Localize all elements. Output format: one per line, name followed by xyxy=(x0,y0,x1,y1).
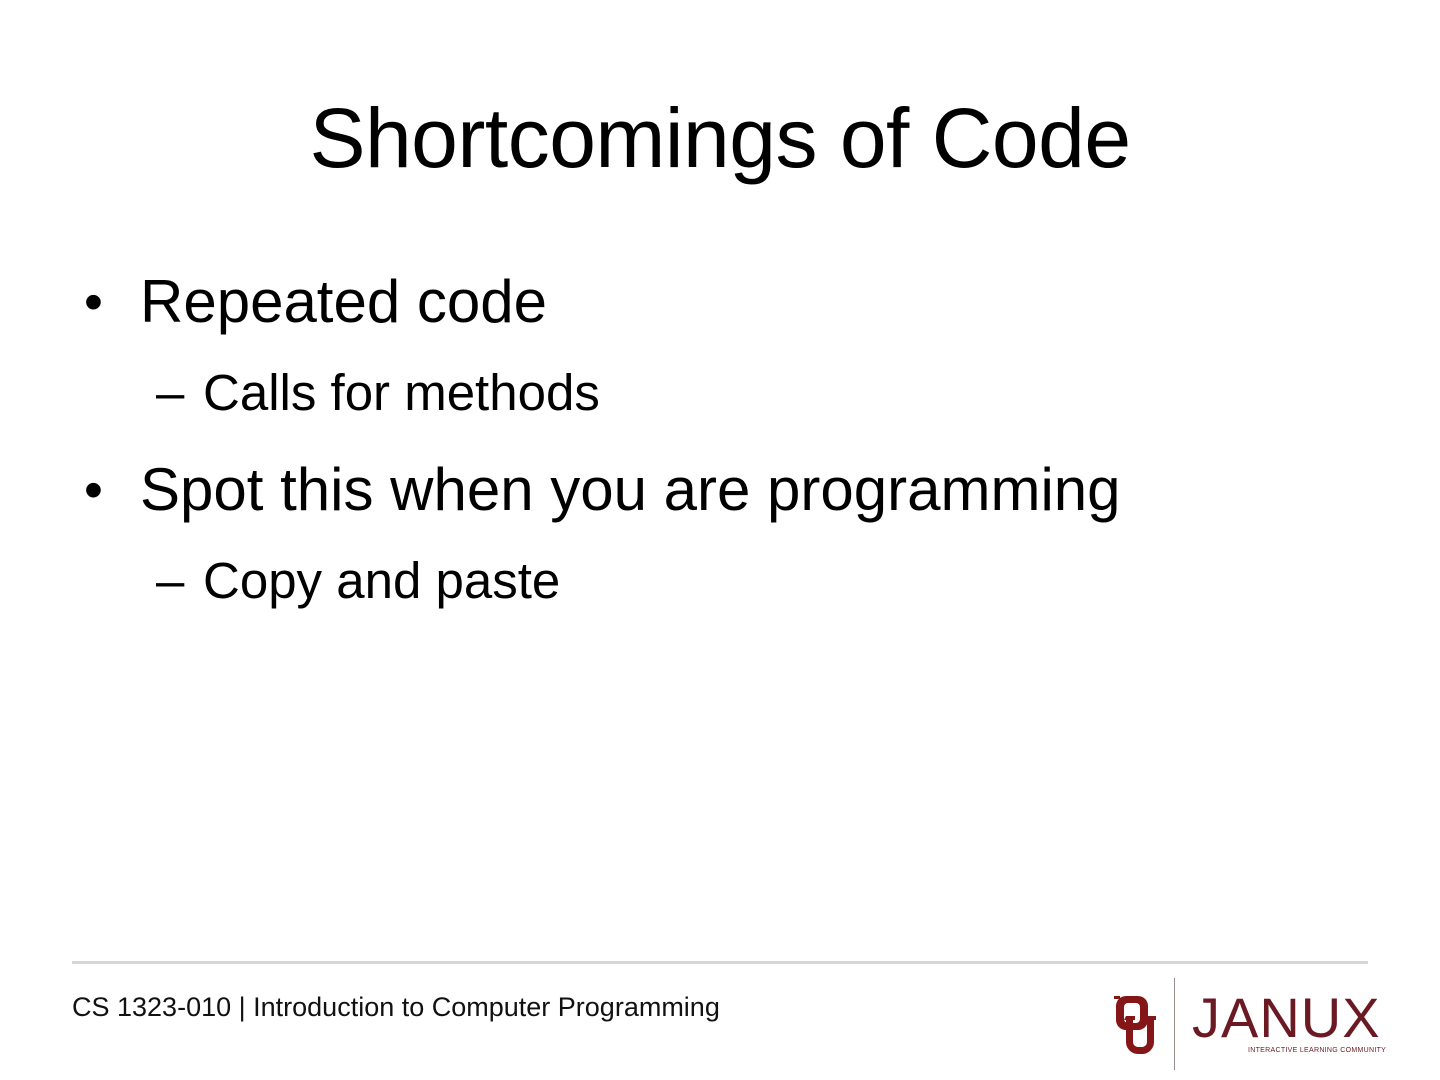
janux-tagline: INTERACTIVE LEARNING COMMUNITY xyxy=(1248,1047,1387,1054)
sub-bullet-text: Calls for methods xyxy=(203,364,600,421)
sub-bullet-item: – Calls for methods xyxy=(84,358,1384,428)
janux-logo: JANUX INTERACTIVE LEARNING COMMUNITY xyxy=(1112,976,1386,1072)
footer-divider xyxy=(72,961,1368,964)
bullet-marker: • xyxy=(84,460,103,520)
slide: Shortcomings of Code • Repeated code – C… xyxy=(0,0,1440,1080)
sub-bullet-marker: – xyxy=(156,552,185,609)
sub-bullet-text: Copy and paste xyxy=(203,552,561,609)
ou-interlocking-logo-icon xyxy=(1114,996,1156,1054)
bullet-item: • Repeated code xyxy=(84,262,1384,342)
sub-bullet-item: – Copy and paste xyxy=(84,546,1384,616)
bullet-item: • Spot this when you are programming xyxy=(84,450,1384,530)
janux-wordmark: JANUX xyxy=(1192,986,1381,1049)
bullet-text: Spot this when you are programming xyxy=(140,456,1121,523)
bullet-marker: • xyxy=(84,272,103,332)
slide-title: Shortcomings of Code xyxy=(309,91,1131,185)
logo-divider xyxy=(1174,978,1175,1070)
bullet-list: • Repeated code – Calls for methods • Sp… xyxy=(84,262,1384,638)
course-footer: CS 1323-010 | Introduction to Computer P… xyxy=(72,992,720,1022)
sub-bullet-marker: – xyxy=(156,364,185,421)
bullet-text: Repeated code xyxy=(140,268,547,335)
